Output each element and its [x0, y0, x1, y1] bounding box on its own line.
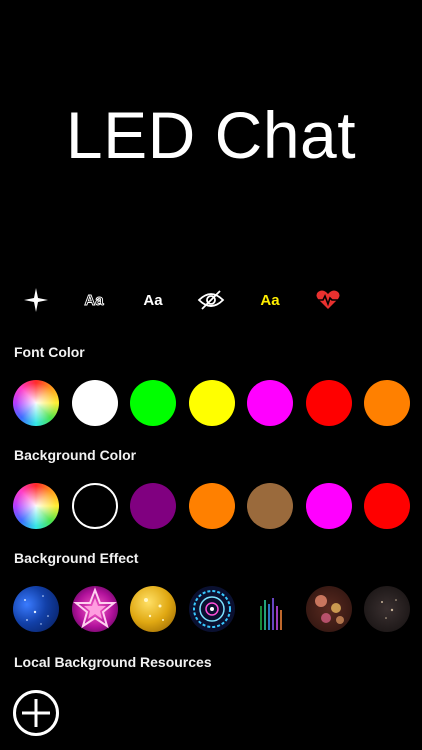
- effect-golden-glitter-button[interactable]: [130, 586, 176, 632]
- svg-text:Aa: Aa: [84, 292, 104, 309]
- font-color-label: Font Color: [14, 344, 85, 360]
- pink-star-icon: [73, 587, 117, 629]
- aurora-lines-icon: [260, 598, 282, 630]
- font-color-yellow-swatch[interactable]: [189, 380, 235, 426]
- golden-glitter-icon: [144, 598, 164, 621]
- dark-sparkle-icon: [381, 599, 397, 619]
- background-color-spectrum-swatch[interactable]: [13, 483, 59, 529]
- effect-pink-star-button[interactable]: [72, 586, 118, 632]
- font-color-magenta-swatch[interactable]: [247, 380, 293, 426]
- add-local-resource-button[interactable]: [13, 690, 59, 736]
- sparkle-icon: [24, 288, 48, 312]
- background-effect-swatches: [0, 586, 422, 632]
- background-color-magenta-swatch[interactable]: [306, 483, 352, 529]
- colored-text-icon: Aa: [260, 292, 280, 309]
- effect-dark-sparkle-button[interactable]: [364, 586, 410, 632]
- svg-text:Aa: Aa: [143, 292, 163, 309]
- local-resources-label: Local Background Resources: [14, 654, 212, 670]
- preview-text: LED Chat: [65, 98, 357, 172]
- font-color-orange-swatch[interactable]: [364, 380, 410, 426]
- background-color-brown-swatch[interactable]: [247, 483, 293, 529]
- background-color-orange-swatch[interactable]: [189, 483, 235, 529]
- background-color-label: Background Color: [14, 447, 137, 463]
- effect-neon-mandala-button[interactable]: [189, 586, 235, 632]
- heartbeat-icon: [316, 290, 340, 309]
- font-color-red-swatch[interactable]: [306, 380, 352, 426]
- led-chat-screen: LED Chat Aa Aa Aa Font Color Background …: [0, 0, 422, 750]
- effect-aurora-lines-button[interactable]: [247, 586, 293, 632]
- effects-tool-button[interactable]: [16, 280, 56, 320]
- led-preview[interactable]: LED Chat: [0, 0, 422, 270]
- font-color-white-swatch[interactable]: [72, 380, 118, 426]
- font-color-spectrum-swatch[interactable]: [13, 380, 59, 426]
- background-color-swatches: [0, 483, 422, 529]
- background-color-purple-swatch[interactable]: [130, 483, 176, 529]
- font-color-swatches: [0, 380, 422, 426]
- neon-mandala-icon: [193, 590, 231, 628]
- effect-blue-starfield-button[interactable]: [13, 586, 59, 632]
- style-toolbar: Aa Aa Aa: [0, 280, 422, 320]
- background-color-red-swatch[interactable]: [364, 483, 410, 529]
- outline-text-icon: Aa: [84, 292, 105, 310]
- blue-starfield-icon: [24, 595, 49, 625]
- colored-text-button[interactable]: Aa: [250, 280, 290, 320]
- heartbeat-button[interactable]: [308, 280, 348, 320]
- visibility-toggle-button[interactable]: [191, 280, 231, 320]
- font-color-green-swatch[interactable]: [130, 380, 176, 426]
- background-effect-label: Background Effect: [14, 550, 139, 566]
- outline-font-button[interactable]: Aa: [74, 280, 114, 320]
- effect-bokeh-lights-button[interactable]: [306, 586, 352, 632]
- eye-slash-icon: [197, 290, 225, 310]
- bold-text-icon: Aa: [143, 292, 163, 309]
- bokeh-lights-icon: [315, 595, 344, 624]
- bold-font-button[interactable]: Aa: [133, 280, 173, 320]
- background-color-none-swatch[interactable]: [72, 483, 118, 529]
